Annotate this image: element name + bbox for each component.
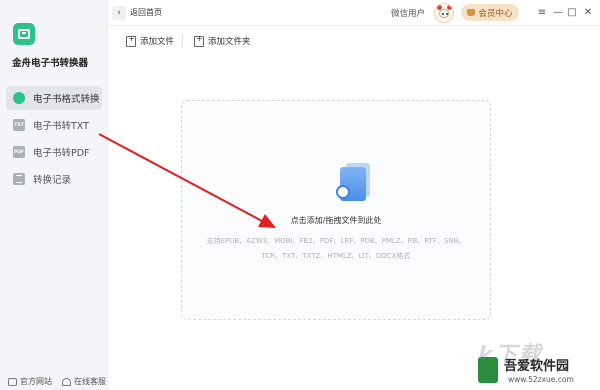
- avatar[interactable]: [434, 3, 454, 23]
- drop-zone-hint: 点击添加/拖拽文件到此处: [290, 216, 382, 225]
- title-bar: ‹ 返回首页 微信用户 会员中心 ≡ — □ ✕: [108, 0, 600, 26]
- sidebar-item-history[interactable]: 转换记录: [6, 167, 102, 191]
- sidebar-item-format-convert[interactable]: 电子书格式转换: [6, 86, 102, 110]
- app-title: 金舟电子书转换器: [12, 58, 89, 69]
- toolbar-divider: [182, 35, 183, 47]
- monitor-icon: [8, 377, 17, 386]
- watermark-logo-icon: [478, 357, 498, 383]
- watermark-url: www.52zxue.com: [508, 375, 574, 384]
- close-button[interactable]: ✕: [582, 5, 594, 19]
- sidebar: 金舟电子书转换器 电子书格式转换 TXT 电子书转TXT PDF 电子书转PDF…: [0, 0, 108, 390]
- supported-formats-line: TCR、TXT、TXTZ、HTMLZ、LIT、DOCX格式: [261, 252, 411, 260]
- sidebar-item-to-pdf[interactable]: PDF 电子书转PDF: [6, 140, 102, 164]
- watermark-name: 吾爱软件园: [504, 359, 570, 374]
- history-icon: [13, 173, 25, 185]
- online-support-label: 在线客服: [74, 377, 106, 386]
- crown-icon: [467, 9, 476, 16]
- official-website-label: 官方网站: [20, 377, 52, 386]
- add-folder-button[interactable]: 添加文件夹: [194, 34, 251, 47]
- add-file-label: 添加文件: [140, 37, 175, 47]
- add-folder-label: 添加文件夹: [208, 37, 251, 47]
- vip-center-label: 会员中心: [478, 8, 513, 19]
- add-folder-icon: [194, 34, 204, 47]
- headset-icon: [62, 377, 71, 386]
- supported-formats-line: 支持EPUB、AZW3、MOBI、FB2、PDF、LRF、PDB、PMLZ、RB…: [206, 237, 466, 245]
- menu-icon[interactable]: ≡: [536, 5, 548, 19]
- pdf-icon: PDF: [13, 146, 25, 158]
- online-support-link[interactable]: 在线客服: [62, 376, 106, 387]
- convert-icon: [13, 92, 25, 104]
- sidebar-item-label: 电子书格式转换: [33, 94, 100, 105]
- add-file-button[interactable]: 添加文件: [126, 34, 175, 47]
- minimize-button[interactable]: —: [552, 5, 564, 19]
- official-website-link[interactable]: 官方网站: [8, 376, 52, 387]
- sidebar-item-label: 电子书转TXT: [33, 121, 89, 132]
- document-icon: [336, 163, 372, 205]
- sidebar-item-label: 转换记录: [33, 175, 72, 186]
- supported-formats: 支持EPUB、AZW3、MOBI、FB2、PDF、LRF、PDB、PMLZ、RB…: [188, 234, 484, 264]
- back-button[interactable]: ‹: [112, 6, 126, 20]
- txt-icon: TXT: [13, 119, 25, 131]
- vip-center-button[interactable]: 会员中心: [461, 4, 519, 21]
- add-file-icon: [126, 34, 136, 47]
- user-name[interactable]: 微信用户: [391, 7, 425, 19]
- watermark: k下载 吾爱软件园 www.52zxue.com: [478, 335, 600, 390]
- file-drop-zone[interactable]: 点击添加/拖拽文件到此处 支持EPUB、AZW3、MOBI、FB2、PDF、LR…: [181, 100, 491, 320]
- sidebar-item-label: 电子书转PDF: [33, 148, 90, 159]
- back-home-link[interactable]: 返回首页: [130, 7, 162, 18]
- app-logo-icon: [13, 23, 35, 45]
- maximize-button[interactable]: □: [566, 5, 578, 19]
- sidebar-item-to-txt[interactable]: TXT 电子书转TXT: [6, 113, 102, 137]
- sidebar-footer: 官方网站 在线客服: [0, 374, 108, 390]
